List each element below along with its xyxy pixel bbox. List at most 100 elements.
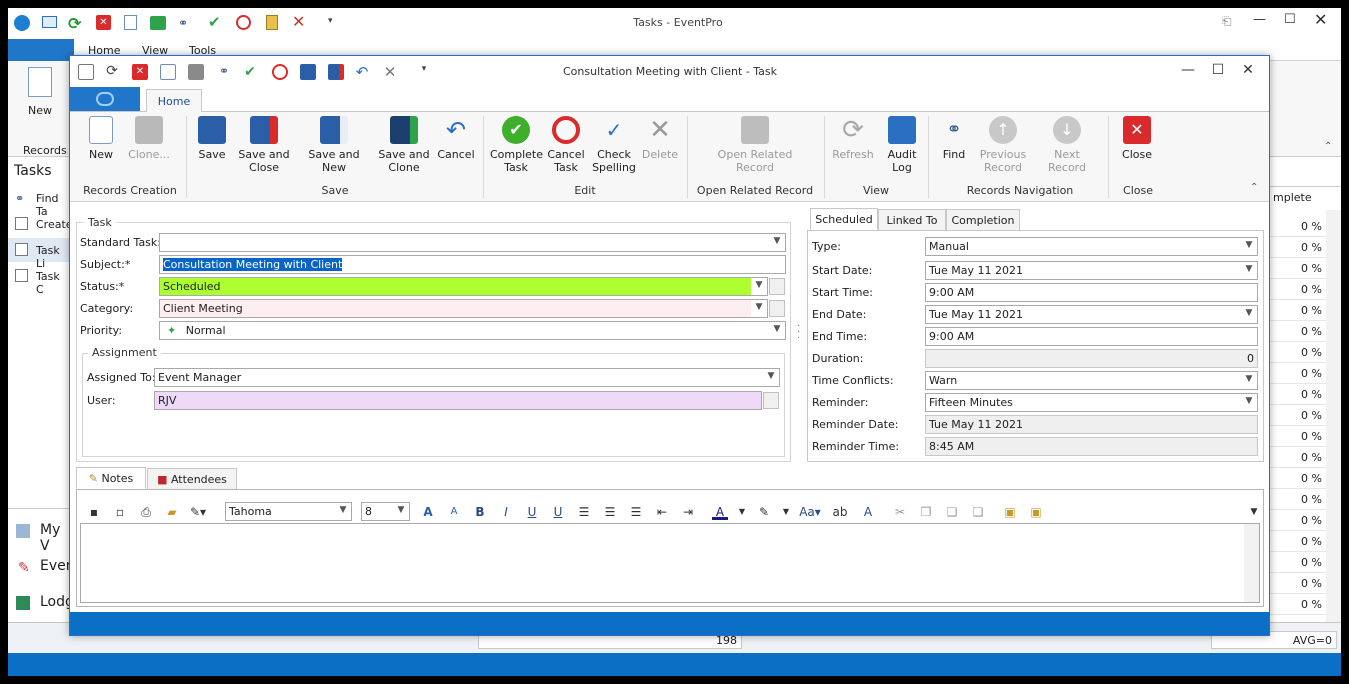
complete-task-button[interactable]: ✔ Complete Task <box>490 116 543 174</box>
underline-icon[interactable]: U <box>524 504 540 520</box>
new-button[interactable]: New <box>84 116 118 161</box>
end-date-picker[interactable]: Tue May 11 2021 ▼ <box>925 305 1258 324</box>
grid-cell-complete[interactable]: 0 % <box>1268 321 1326 342</box>
standard-task-dropdown[interactable]: ▼ <box>159 233 786 252</box>
chevron-down-icon[interactable]: ▼ <box>1241 238 1257 255</box>
chevron-down-icon[interactable]: ▼ <box>1246 504 1262 520</box>
clone-button[interactable]: Clone... <box>124 116 174 161</box>
grow-font-icon[interactable]: A <box>420 504 436 520</box>
previous-record-button[interactable]: ↑ Previous Record <box>976 116 1030 174</box>
dialog-minimize-button[interactable]: — <box>1178 62 1198 78</box>
start-date-picker[interactable]: Tue May 11 2021 ▼ <box>925 261 1258 280</box>
category-dropdown[interactable]: Client Meeting ▼ <box>159 299 768 318</box>
chevron-down-icon[interactable]: ▼ <box>393 503 409 520</box>
chevron-down-icon[interactable]: ▼ <box>1241 262 1257 279</box>
save-close-icon[interactable] <box>328 64 344 80</box>
grid-cell-complete[interactable]: 0 % <box>1268 594 1326 615</box>
check-spelling-button[interactable]: ✓ Check Spelling <box>592 116 636 174</box>
grid-cell-complete[interactable]: 0 % <box>1268 426 1326 447</box>
save-button[interactable]: Save <box>194 116 230 161</box>
paste-special-icon[interactable]: ❏ <box>970 504 986 520</box>
undo-icon[interactable]: ↶ <box>354 64 370 80</box>
tab-attendees[interactable]: ■ Attendees <box>147 468 237 490</box>
grid-cell-complete[interactable]: 0 % <box>1268 489 1326 510</box>
decrease-indent-icon[interactable]: ⇤ <box>654 504 670 520</box>
grid-cell-complete[interactable]: 0 % <box>1268 300 1326 321</box>
left-item-task-list[interactable]: Task Li <box>36 244 69 270</box>
chevron-down-icon[interactable]: ▼ <box>778 504 794 520</box>
next-record-button[interactable]: ↓ Next Record <box>1034 116 1100 174</box>
open-related-record-button[interactable]: Open Related Record <box>710 116 800 174</box>
clone-icon[interactable] <box>188 64 204 80</box>
grid-cell-complete[interactable]: 0 % <box>1268 447 1326 468</box>
new-button[interactable]: New <box>28 104 52 117</box>
grid-cell-complete[interactable]: 0 % <box>1268 510 1326 531</box>
cancel-task-icon[interactable] <box>236 15 251 30</box>
grid-cell-complete[interactable]: 0 % <box>1268 468 1326 489</box>
clipboard-icon[interactable] <box>266 15 278 30</box>
insert-field-icon[interactable]: ▣ <box>1028 504 1044 520</box>
font-name-dropdown[interactable]: Tahoma ▼ <box>225 502 352 521</box>
font-dialog-icon[interactable]: A <box>860 504 876 520</box>
numbered-list-icon[interactable]: ☰ <box>602 504 618 520</box>
close-record-icon[interactable]: ✕ <box>96 15 111 30</box>
find-button[interactable]: ⚭ Find <box>936 116 972 161</box>
font-color-icon[interactable]: A <box>712 504 728 520</box>
left-item-create[interactable]: Create <box>36 218 73 231</box>
tab-scheduled[interactable]: Scheduled <box>810 208 878 230</box>
save-icon[interactable]: ▪ <box>86 504 102 520</box>
delete-x-icon[interactable]: ✕ <box>382 64 398 80</box>
grid-cell-complete[interactable]: 0 % <box>1268 384 1326 405</box>
user-lookup-icon[interactable] <box>763 392 779 409</box>
double-underline-icon[interactable]: U <box>550 504 566 520</box>
grid-col-complete[interactable]: mplete <box>1273 191 1323 204</box>
grid-cell-complete[interactable]: 0 % <box>1268 342 1326 363</box>
paste-icon[interactable]: ❏ <box>944 504 960 520</box>
delete-x-icon[interactable]: ✕ <box>292 12 305 31</box>
change-case-icon[interactable]: Aa▾ <box>798 504 822 520</box>
audit-log-button[interactable]: Audit Log <box>882 116 922 174</box>
maximize-button[interactable]: ☐ <box>1284 12 1296 27</box>
grid-cell-complete[interactable]: 0 % <box>1268 552 1326 573</box>
cancel-task-button[interactable]: Cancel Task <box>546 116 586 174</box>
find-binoculars-icon[interactable]: ⚭ <box>216 64 232 80</box>
cut-icon[interactable]: ✂ <box>892 504 908 520</box>
left-item-task-calendar[interactable]: Task C <box>36 270 69 296</box>
nav-my-view[interactable]: My V <box>40 522 69 554</box>
customize-toolbar-icon[interactable]: ▾ <box>328 16 333 26</box>
reminder-dropdown[interactable]: Fifteen Minutes ▼ <box>925 393 1258 412</box>
spelling-icon[interactable]: ab <box>832 504 848 520</box>
dialog-close-button[interactable]: ✕ <box>1238 62 1258 78</box>
close-window-button[interactable]: ✕ <box>1314 10 1327 29</box>
bold-icon[interactable]: B <box>472 504 488 520</box>
increase-indent-icon[interactable]: ⇥ <box>680 504 696 520</box>
dialog-maximize-button[interactable]: ☐ <box>1208 62 1228 78</box>
refresh-icon[interactable]: ⟳ <box>68 14 81 33</box>
dialog-app-menu-button[interactable] <box>70 87 140 111</box>
customize-toolbar-icon[interactable]: ▾ <box>416 64 432 80</box>
type-dropdown[interactable]: Manual ▼ <box>925 237 1258 256</box>
tab-home[interactable]: Home <box>146 89 202 112</box>
status-dropdown[interactable]: Scheduled ▼ <box>159 277 768 296</box>
time-conflicts-dropdown[interactable]: Warn ▼ <box>925 371 1258 390</box>
italic-icon[interactable]: I <box>498 504 514 520</box>
chevron-down-icon[interactable]: ▼ <box>769 322 785 339</box>
refresh-button[interactable]: ⟳ Refresh <box>830 116 876 161</box>
copy-icon[interactable]: ❐ <box>918 504 934 520</box>
clone-icon[interactable] <box>150 16 166 30</box>
collapse-ribbon-icon[interactable]: ⌃ <box>1250 182 1258 193</box>
multilevel-list-icon[interactable]: ☰ <box>628 504 644 520</box>
new-document-icon[interactable] <box>160 64 176 80</box>
grid-scrollbar[interactable] <box>1326 210 1341 638</box>
tab-notes[interactable]: ✎ Notes <box>76 467 146 489</box>
font-size-dropdown[interactable]: 8 ▼ <box>361 502 410 521</box>
category-lookup-icon[interactable] <box>769 300 785 317</box>
status-lookup-icon[interactable] <box>769 278 785 295</box>
save-and-close-button[interactable]: Save and Close <box>236 116 292 174</box>
app-menu-button[interactable] <box>8 39 74 61</box>
save-and-clone-button[interactable]: Save and Clone <box>376 116 432 174</box>
minimize-button[interactable]: — <box>1253 12 1266 27</box>
notes-editor[interactable] <box>80 523 1260 603</box>
tab-completion[interactable]: Completion <box>946 209 1020 231</box>
cancel-button[interactable]: ↶ Cancel <box>436 116 476 161</box>
